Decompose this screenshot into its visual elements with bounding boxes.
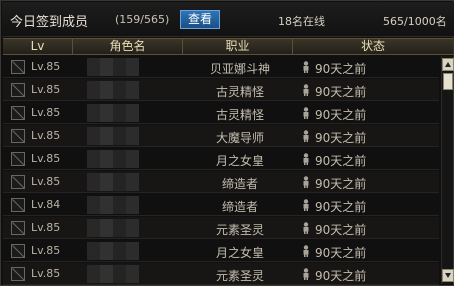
person-icon: [303, 84, 309, 96]
member-row[interactable]: Lv.85 元素圣灵 90天之前: [3, 263, 439, 285]
member-row[interactable]: Lv.85 贝亚娜斗神 90天之前: [3, 56, 439, 78]
member-level: Lv.84: [31, 198, 61, 211]
member-last-online: 90天之前: [315, 131, 367, 145]
member-name-redacted: [87, 196, 139, 214]
member-name-redacted: [87, 81, 139, 99]
member-job: 贝亚娜斗神: [209, 62, 270, 76]
column-header-level[interactable]: Lv: [3, 39, 73, 54]
member-row[interactable]: Lv.85 缔造者 90天之前: [3, 171, 439, 193]
member-job: 元素圣灵: [215, 269, 264, 283]
checkbox-icon[interactable]: [11, 267, 25, 281]
member-level: Lv.85: [31, 221, 61, 234]
member-level: Lv.85: [31, 60, 61, 73]
triangle-down-icon: [445, 273, 451, 278]
checkbox-icon[interactable]: [11, 83, 25, 97]
member-level: Lv.85: [31, 152, 61, 165]
view-button[interactable]: 查看: [180, 10, 220, 29]
checkbox-icon[interactable]: [11, 198, 25, 212]
person-icon: [303, 153, 309, 165]
member-name-redacted: [87, 150, 139, 168]
member-job: 缔造者: [221, 200, 258, 214]
member-job: 缔造者: [221, 177, 258, 191]
member-job: 月之女皇: [215, 246, 264, 260]
member-name-redacted: [87, 58, 139, 76]
member-level: Lv.85: [31, 129, 61, 142]
member-row[interactable]: Lv.84 缔造者 90天之前: [3, 194, 439, 216]
member-name-redacted: [87, 173, 139, 191]
checkbox-icon[interactable]: [11, 221, 25, 235]
member-job: 月之女皇: [215, 154, 264, 168]
scroll-down-button[interactable]: [442, 269, 454, 282]
member-last-online: 90天之前: [315, 177, 367, 191]
checkbox-icon[interactable]: [11, 152, 25, 166]
member-last-online: 90天之前: [315, 223, 367, 237]
panel-title: 今日签到成员: [10, 15, 89, 30]
member-last-online: 90天之前: [315, 154, 367, 168]
person-icon: [303, 176, 309, 188]
online-count: 18名在线: [278, 15, 325, 28]
member-row[interactable]: Lv.85 月之女皇 90天之前: [3, 148, 439, 170]
member-row[interactable]: Lv.85 古灵精怪 90天之前: [3, 79, 439, 101]
checkbox-icon[interactable]: [11, 244, 25, 258]
panel-header: 今日签到成员 (159/565) 查看 18名在线 565/1000名: [2, 2, 454, 37]
member-job: 大魔导师: [215, 131, 264, 145]
triangle-up-icon: [445, 62, 451, 67]
member-row[interactable]: Lv.85 月之女皇 90天之前: [3, 240, 439, 262]
checkbox-icon[interactable]: [11, 60, 25, 74]
scrollbar[interactable]: [441, 56, 454, 284]
guild-member-panel: 今日签到成员 (159/565) 查看 18名在线 565/1000名 Lv 角…: [0, 0, 454, 286]
member-last-online: 90天之前: [315, 269, 367, 283]
member-row[interactable]: Lv.85 古灵精怪 90天之前: [3, 102, 439, 124]
member-row[interactable]: Lv.85 元素圣灵 90天之前: [3, 217, 439, 239]
member-name-redacted: [87, 242, 139, 260]
column-header-job[interactable]: 职业: [183, 39, 293, 54]
member-last-online: 90天之前: [315, 62, 367, 76]
person-icon: [303, 245, 309, 257]
member-name-redacted: [87, 104, 139, 122]
checkbox-icon[interactable]: [11, 106, 25, 120]
column-header-status[interactable]: 状态: [293, 39, 453, 54]
person-icon: [303, 107, 309, 119]
person-icon: [303, 61, 309, 73]
person-icon: [303, 199, 309, 211]
checkbox-icon[interactable]: [11, 175, 25, 189]
member-job: 元素圣灵: [215, 223, 264, 237]
person-icon: [303, 268, 309, 280]
person-icon: [303, 222, 309, 234]
member-name-redacted: [87, 265, 139, 283]
member-last-online: 90天之前: [315, 85, 367, 99]
member-list: Lv.85 贝亚娜斗神 90天之前 Lv.85 古灵精怪 90天之前 Lv.85 古灵精怪 90…: [3, 56, 439, 286]
member-job: 古灵精怪: [215, 85, 264, 99]
member-last-online: 90天之前: [315, 200, 367, 214]
member-last-online: 90天之前: [315, 108, 367, 122]
member-last-online: 90天之前: [315, 246, 367, 260]
member-level: Lv.85: [31, 106, 61, 119]
checkbox-icon[interactable]: [11, 129, 25, 143]
scroll-thumb[interactable]: [443, 73, 453, 90]
member-row[interactable]: Lv.85 大魔导师 90天之前: [3, 125, 439, 147]
column-headers: Lv 角色名 职业 状态: [3, 38, 453, 55]
member-job: 古灵精怪: [215, 108, 264, 122]
person-icon: [303, 130, 309, 142]
member-level: Lv.85: [31, 175, 61, 188]
column-header-name[interactable]: 角色名: [73, 39, 183, 54]
scroll-up-button[interactable]: [442, 58, 454, 71]
member-level: Lv.85: [31, 83, 61, 96]
member-name-redacted: [87, 127, 139, 145]
member-name-redacted: [87, 219, 139, 237]
checkin-count: (159/565): [115, 13, 170, 26]
member-level: Lv.85: [31, 244, 61, 257]
member-level: Lv.85: [31, 267, 61, 280]
member-capacity: 565/1000名: [383, 15, 447, 28]
